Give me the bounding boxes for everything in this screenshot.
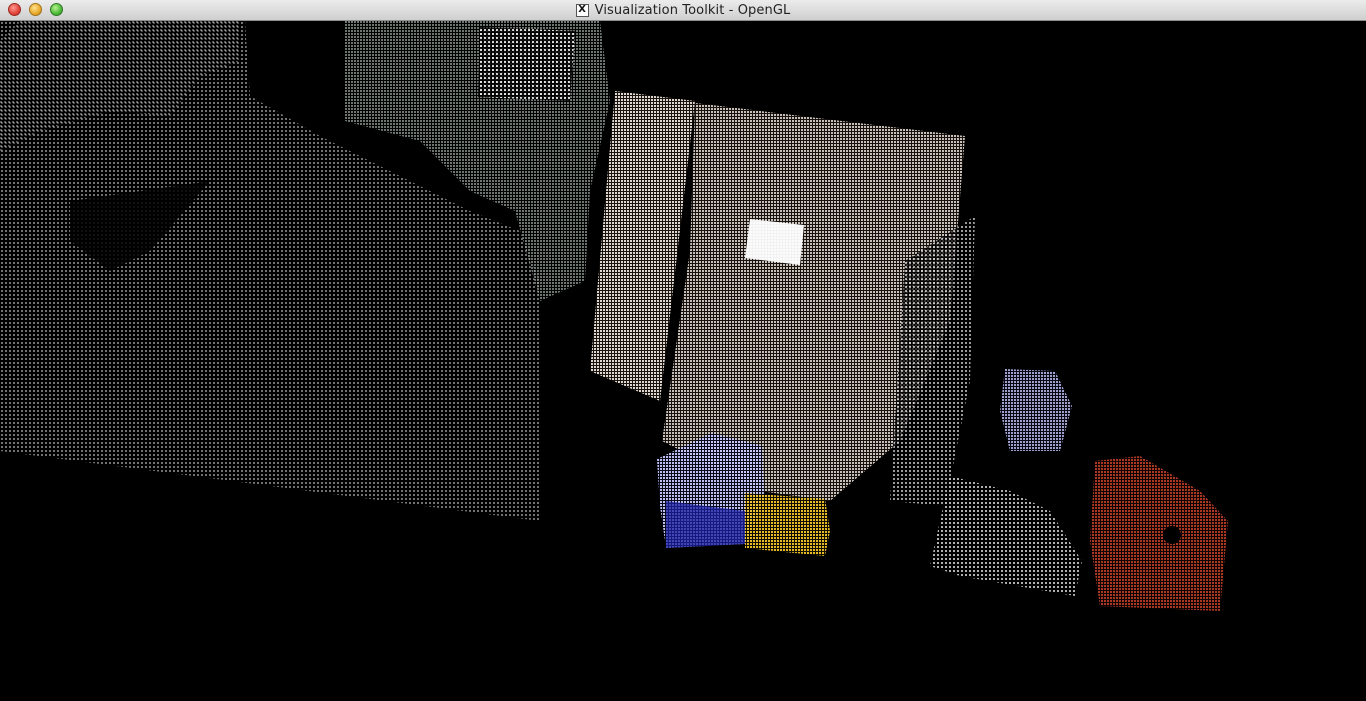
wall-sign	[745, 219, 804, 265]
title-group: X Visualization Toolkit - OpenGL	[0, 0, 1366, 20]
red-bag-handle	[1163, 526, 1181, 544]
x11-icon: X	[575, 3, 589, 17]
point-cloud-scene	[0, 21, 1228, 611]
shelf-highlight	[478, 27, 575, 101]
title-bar[interactable]: X Visualization Toolkit - OpenGL	[0, 0, 1366, 21]
render-viewport[interactable]	[0, 21, 1366, 701]
bag-white	[930, 476, 1082, 596]
floor-mat	[745, 493, 830, 556]
zoom-button[interactable]	[50, 3, 63, 16]
vtk-window: X Visualization Toolkit - OpenGL	[0, 0, 1366, 701]
red-bag	[1090, 456, 1228, 611]
close-button[interactable]	[8, 3, 21, 16]
window-title: Visualization Toolkit - OpenGL	[594, 2, 791, 18]
minimize-button[interactable]	[29, 3, 42, 16]
bag-blue	[1000, 369, 1072, 451]
